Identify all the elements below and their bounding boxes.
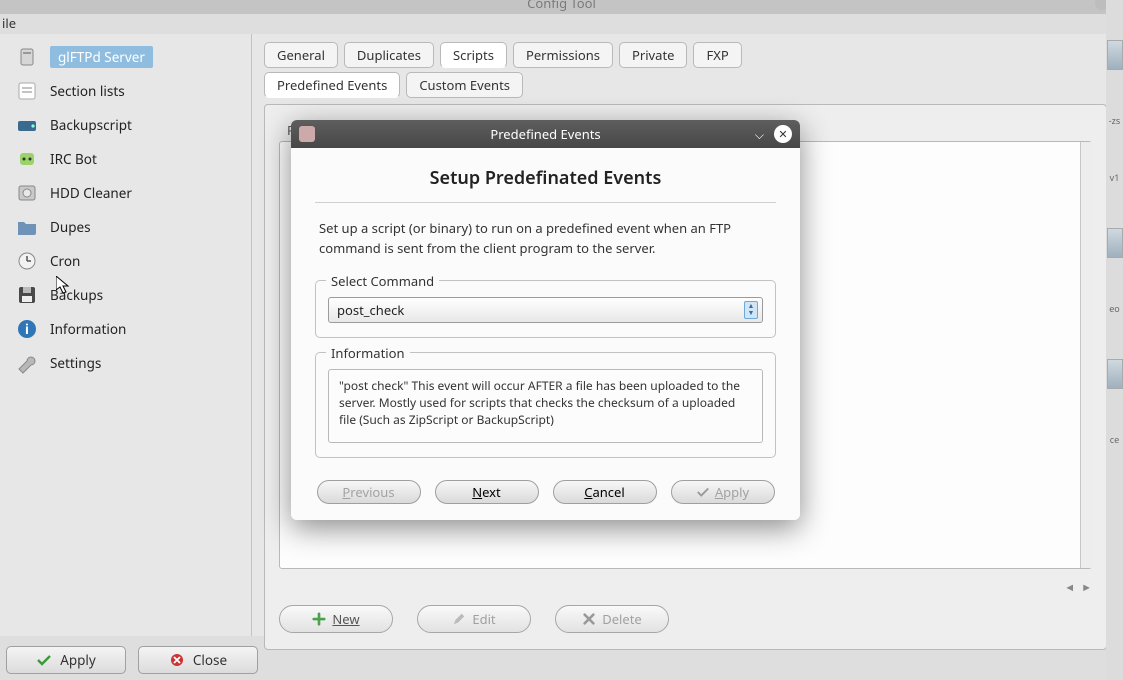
vertical-scrollbar[interactable] — [1080, 142, 1092, 568]
sidebar-item-hdd-cleaner[interactable]: HDD Cleaner — [0, 176, 251, 210]
sidebar-item-label: Section lists — [50, 82, 125, 100]
server-icon — [14, 44, 40, 70]
hdd-icon — [14, 180, 40, 206]
robot-icon — [14, 146, 40, 172]
main-tabs: General Duplicates Scripts Permissions P… — [264, 42, 1107, 68]
thumbnail[interactable] — [1107, 359, 1123, 389]
sidebar-item-label: Information — [50, 320, 126, 338]
dialog-apply-button[interactable]: Apply — [671, 480, 775, 504]
sidebar-item-label: IRC Bot — [50, 150, 97, 168]
edit-button[interactable]: Edit — [417, 605, 531, 633]
sidebar-item-label: Cron — [50, 252, 80, 270]
subtab-predefined[interactable]: Predefined Events — [264, 72, 400, 98]
tab-fxp[interactable]: FXP — [693, 42, 741, 68]
information-fieldset: Information "post check" This event will… — [315, 352, 776, 458]
pencil-icon — [452, 612, 466, 626]
dialog-titlebar[interactable]: Predefined Events ⌵ ✕ — [291, 120, 800, 148]
check-icon — [36, 652, 52, 668]
sidebar-item-irc-bot[interactable]: IRC Bot — [0, 142, 251, 176]
thumbnail[interactable] — [1107, 40, 1123, 70]
apply-button[interactable]: Apply — [6, 646, 126, 674]
sidebar-item-backupscript[interactable]: Backupscript — [0, 108, 251, 142]
window-titlebar: Config Tool — [0, 0, 1123, 14]
dialog-app-icon — [299, 126, 315, 142]
sidebar-item-information[interactable]: i Information — [0, 312, 251, 346]
previous-button-label: Previous — [342, 483, 394, 501]
info-icon: i — [14, 316, 40, 342]
cancel-button-label: Cancel — [584, 483, 624, 501]
wrench-icon — [14, 350, 40, 376]
sidebar-thumbnails: -zs v1 eo ce — [1106, 0, 1123, 680]
scroll-left-icon: ◄ — [1064, 580, 1075, 595]
select-command-fieldset: Select Command post_check ▲▼ — [315, 280, 776, 338]
sidebar-item-cron[interactable]: Cron — [0, 244, 251, 278]
dialog-description: Set up a script (or binary) to run on a … — [315, 219, 776, 258]
tab-scripts[interactable]: Scripts — [440, 42, 507, 68]
dialog-heading: Setup Predefinated Events — [315, 166, 776, 190]
folder-icon — [14, 214, 40, 240]
dialog-apply-label: Apply — [715, 483, 749, 501]
spinner-icon[interactable]: ▲▼ — [744, 301, 758, 319]
information-text: "post check" This event will occur AFTER… — [328, 369, 763, 443]
scroll-right-icon: ► — [1081, 580, 1092, 595]
menu-file[interactable]: ile — [2, 14, 16, 32]
thumbnail[interactable] — [1107, 228, 1123, 258]
sidebar-item-label: glFTPd Server — [50, 46, 153, 68]
command-combo[interactable]: post_check ▲▼ — [328, 297, 763, 323]
new-button-label: New — [332, 610, 359, 628]
dialog-title: Predefined Events — [490, 125, 600, 143]
sidebar-item-section-lists[interactable]: Section lists — [0, 74, 251, 108]
information-label: Information — [326, 344, 410, 362]
sidebar-item-label: Dupes — [50, 218, 91, 236]
menubar: ile — [0, 14, 1123, 36]
floppy-icon — [14, 282, 40, 308]
delete-button-label: Delete — [602, 610, 642, 628]
select-command-label: Select Command — [326, 272, 439, 290]
sidebar-item-settings[interactable]: Settings — [0, 346, 251, 380]
list-icon — [14, 78, 40, 104]
delete-button[interactable]: Delete — [555, 605, 669, 633]
tab-permissions[interactable]: Permissions — [513, 42, 613, 68]
close-icon — [169, 652, 185, 668]
tab-private[interactable]: Private — [619, 42, 688, 68]
command-combo-value: post_check — [337, 301, 404, 319]
subtab-custom[interactable]: Custom Events — [406, 72, 523, 98]
h-scroll-arrows[interactable]: ◄► — [1064, 580, 1092, 595]
sidebar-item-label: Settings — [50, 354, 101, 372]
previous-button[interactable]: Previous — [317, 480, 421, 504]
sidebar-item-label: Backups — [50, 286, 103, 304]
tab-general[interactable]: General — [264, 42, 338, 68]
sidebar-item-dupes[interactable]: Dupes — [0, 210, 251, 244]
next-button[interactable]: Next — [435, 480, 539, 504]
sub-tabs: Predefined Events Custom Events — [264, 72, 1107, 98]
sidebar-item-label: HDD Cleaner — [50, 184, 132, 202]
svg-text:i: i — [25, 320, 29, 338]
tab-duplicates[interactable]: Duplicates — [344, 42, 434, 68]
sidebar-item-backups[interactable]: Backups — [0, 278, 251, 312]
check-icon — [696, 485, 710, 499]
new-button[interactable]: New — [279, 605, 393, 633]
clock-icon — [14, 248, 40, 274]
plus-icon — [312, 612, 326, 626]
predefined-events-dialog: Predefined Events ⌵ ✕ Setup Predefinated… — [291, 120, 800, 520]
close-button[interactable]: Close — [138, 646, 258, 674]
edit-button-label: Edit — [472, 610, 495, 628]
next-button-label: Next — [472, 483, 501, 501]
dialog-collapse-icon[interactable]: ⌵ — [755, 126, 764, 143]
apply-button-label: Apply — [60, 651, 96, 669]
drive-icon — [14, 112, 40, 138]
window-title: Config Tool — [527, 0, 596, 12]
dialog-close-icon[interactable]: ✕ — [774, 125, 792, 143]
close-button-label: Close — [193, 651, 227, 669]
x-icon — [582, 612, 596, 626]
sidebar-item-label: Backupscript — [50, 116, 132, 134]
cancel-button[interactable]: Cancel — [553, 480, 657, 504]
sidebar-item-glftpd-server[interactable]: glFTPd Server — [0, 40, 251, 74]
sidebar: glFTPd Server Section lists Backupscript… — [0, 34, 252, 636]
